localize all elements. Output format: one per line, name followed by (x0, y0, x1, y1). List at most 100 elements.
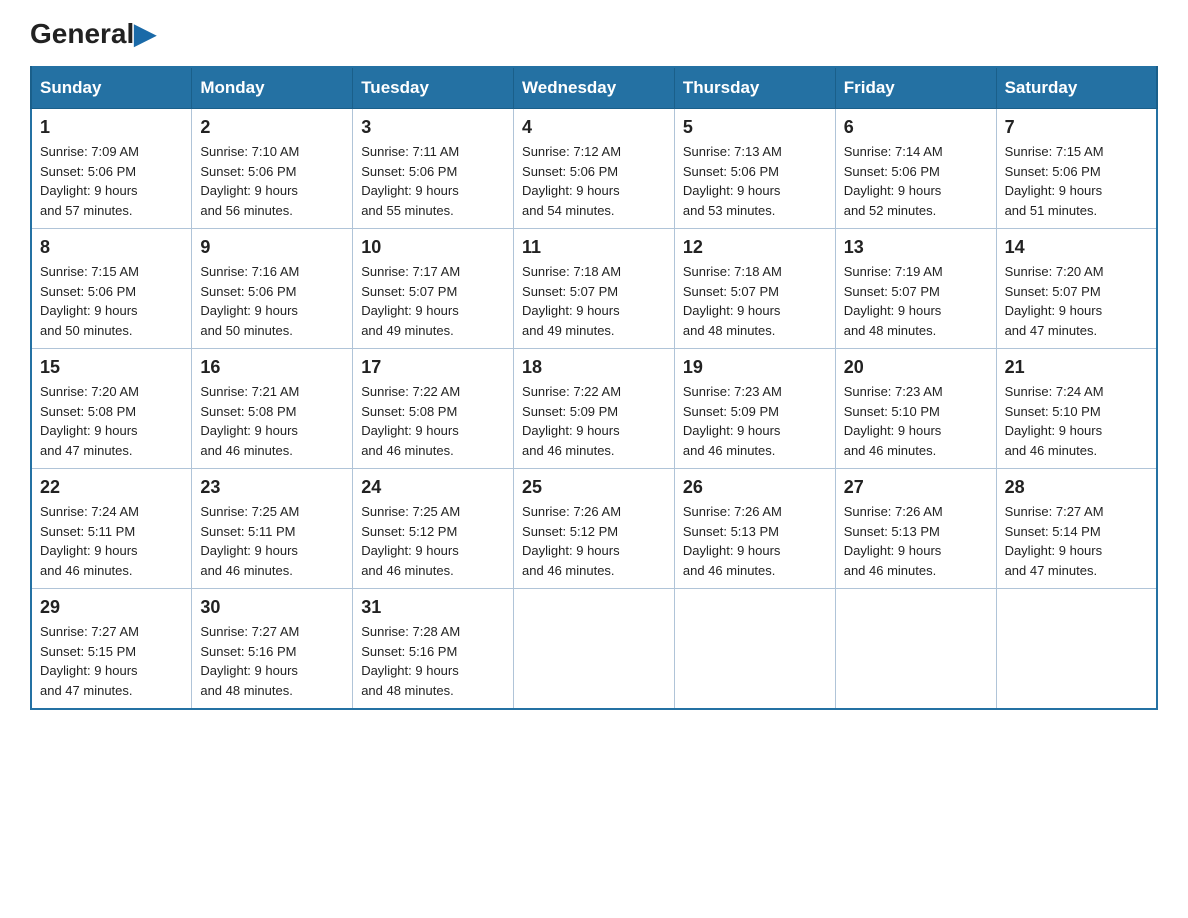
calendar-cell: 4 Sunrise: 7:12 AM Sunset: 5:06 PM Dayli… (514, 109, 675, 229)
day-number: 19 (683, 357, 827, 378)
header-monday: Monday (192, 67, 353, 109)
header-friday: Friday (835, 67, 996, 109)
calendar-header-row: SundayMondayTuesdayWednesdayThursdayFrid… (31, 67, 1157, 109)
day-info: Sunrise: 7:20 AM Sunset: 5:07 PM Dayligh… (1005, 262, 1148, 340)
day-info: Sunrise: 7:26 AM Sunset: 5:13 PM Dayligh… (683, 502, 827, 580)
calendar-cell: 21 Sunrise: 7:24 AM Sunset: 5:10 PM Dayl… (996, 349, 1157, 469)
calendar-cell: 1 Sunrise: 7:09 AM Sunset: 5:06 PM Dayli… (31, 109, 192, 229)
day-number: 22 (40, 477, 183, 498)
day-info: Sunrise: 7:23 AM Sunset: 5:09 PM Dayligh… (683, 382, 827, 460)
calendar-cell (674, 589, 835, 710)
header-tuesday: Tuesday (353, 67, 514, 109)
calendar-cell: 8 Sunrise: 7:15 AM Sunset: 5:06 PM Dayli… (31, 229, 192, 349)
day-info: Sunrise: 7:27 AM Sunset: 5:16 PM Dayligh… (200, 622, 344, 700)
day-info: Sunrise: 7:15 AM Sunset: 5:06 PM Dayligh… (40, 262, 183, 340)
day-number: 31 (361, 597, 505, 618)
day-info: Sunrise: 7:14 AM Sunset: 5:06 PM Dayligh… (844, 142, 988, 220)
page-header: General▶ (30, 20, 1158, 46)
week-row-4: 22 Sunrise: 7:24 AM Sunset: 5:11 PM Dayl… (31, 469, 1157, 589)
day-info: Sunrise: 7:24 AM Sunset: 5:10 PM Dayligh… (1005, 382, 1148, 460)
calendar-cell: 25 Sunrise: 7:26 AM Sunset: 5:12 PM Dayl… (514, 469, 675, 589)
calendar-cell: 18 Sunrise: 7:22 AM Sunset: 5:09 PM Dayl… (514, 349, 675, 469)
calendar-cell: 23 Sunrise: 7:25 AM Sunset: 5:11 PM Dayl… (192, 469, 353, 589)
day-number: 26 (683, 477, 827, 498)
calendar-cell: 9 Sunrise: 7:16 AM Sunset: 5:06 PM Dayli… (192, 229, 353, 349)
calendar-cell: 30 Sunrise: 7:27 AM Sunset: 5:16 PM Dayl… (192, 589, 353, 710)
day-info: Sunrise: 7:22 AM Sunset: 5:09 PM Dayligh… (522, 382, 666, 460)
calendar-cell: 22 Sunrise: 7:24 AM Sunset: 5:11 PM Dayl… (31, 469, 192, 589)
day-number: 17 (361, 357, 505, 378)
day-number: 15 (40, 357, 183, 378)
calendar-cell: 28 Sunrise: 7:27 AM Sunset: 5:14 PM Dayl… (996, 469, 1157, 589)
day-number: 2 (200, 117, 344, 138)
calendar-cell (996, 589, 1157, 710)
day-info: Sunrise: 7:09 AM Sunset: 5:06 PM Dayligh… (40, 142, 183, 220)
logo-triangle-icon: ▶ (134, 18, 156, 49)
week-row-2: 8 Sunrise: 7:15 AM Sunset: 5:06 PM Dayli… (31, 229, 1157, 349)
day-number: 5 (683, 117, 827, 138)
day-number: 6 (844, 117, 988, 138)
day-info: Sunrise: 7:16 AM Sunset: 5:06 PM Dayligh… (200, 262, 344, 340)
logo: General▶ (30, 20, 156, 46)
day-info: Sunrise: 7:23 AM Sunset: 5:10 PM Dayligh… (844, 382, 988, 460)
day-info: Sunrise: 7:28 AM Sunset: 5:16 PM Dayligh… (361, 622, 505, 700)
day-number: 7 (1005, 117, 1148, 138)
calendar-cell: 5 Sunrise: 7:13 AM Sunset: 5:06 PM Dayli… (674, 109, 835, 229)
week-row-5: 29 Sunrise: 7:27 AM Sunset: 5:15 PM Dayl… (31, 589, 1157, 710)
day-info: Sunrise: 7:27 AM Sunset: 5:14 PM Dayligh… (1005, 502, 1148, 580)
day-info: Sunrise: 7:18 AM Sunset: 5:07 PM Dayligh… (683, 262, 827, 340)
calendar-cell: 14 Sunrise: 7:20 AM Sunset: 5:07 PM Dayl… (996, 229, 1157, 349)
day-number: 13 (844, 237, 988, 258)
day-number: 18 (522, 357, 666, 378)
day-number: 9 (200, 237, 344, 258)
day-info: Sunrise: 7:26 AM Sunset: 5:13 PM Dayligh… (844, 502, 988, 580)
day-info: Sunrise: 7:12 AM Sunset: 5:06 PM Dayligh… (522, 142, 666, 220)
day-number: 30 (200, 597, 344, 618)
day-info: Sunrise: 7:15 AM Sunset: 5:06 PM Dayligh… (1005, 142, 1148, 220)
day-info: Sunrise: 7:18 AM Sunset: 5:07 PM Dayligh… (522, 262, 666, 340)
header-wednesday: Wednesday (514, 67, 675, 109)
day-number: 29 (40, 597, 183, 618)
calendar-cell: 19 Sunrise: 7:23 AM Sunset: 5:09 PM Dayl… (674, 349, 835, 469)
day-info: Sunrise: 7:25 AM Sunset: 5:11 PM Dayligh… (200, 502, 344, 580)
day-info: Sunrise: 7:11 AM Sunset: 5:06 PM Dayligh… (361, 142, 505, 220)
day-number: 4 (522, 117, 666, 138)
day-number: 28 (1005, 477, 1148, 498)
day-info: Sunrise: 7:27 AM Sunset: 5:15 PM Dayligh… (40, 622, 183, 700)
day-info: Sunrise: 7:13 AM Sunset: 5:06 PM Dayligh… (683, 142, 827, 220)
day-number: 11 (522, 237, 666, 258)
day-info: Sunrise: 7:24 AM Sunset: 5:11 PM Dayligh… (40, 502, 183, 580)
day-info: Sunrise: 7:17 AM Sunset: 5:07 PM Dayligh… (361, 262, 505, 340)
calendar-cell: 10 Sunrise: 7:17 AM Sunset: 5:07 PM Dayl… (353, 229, 514, 349)
calendar-cell: 15 Sunrise: 7:20 AM Sunset: 5:08 PM Dayl… (31, 349, 192, 469)
calendar-cell: 12 Sunrise: 7:18 AM Sunset: 5:07 PM Dayl… (674, 229, 835, 349)
calendar-cell: 31 Sunrise: 7:28 AM Sunset: 5:16 PM Dayl… (353, 589, 514, 710)
day-number: 8 (40, 237, 183, 258)
day-info: Sunrise: 7:19 AM Sunset: 5:07 PM Dayligh… (844, 262, 988, 340)
week-row-1: 1 Sunrise: 7:09 AM Sunset: 5:06 PM Dayli… (31, 109, 1157, 229)
calendar-cell: 29 Sunrise: 7:27 AM Sunset: 5:15 PM Dayl… (31, 589, 192, 710)
day-number: 20 (844, 357, 988, 378)
calendar-cell: 3 Sunrise: 7:11 AM Sunset: 5:06 PM Dayli… (353, 109, 514, 229)
calendar-cell: 7 Sunrise: 7:15 AM Sunset: 5:06 PM Dayli… (996, 109, 1157, 229)
calendar-cell (835, 589, 996, 710)
header-sunday: Sunday (31, 67, 192, 109)
day-info: Sunrise: 7:25 AM Sunset: 5:12 PM Dayligh… (361, 502, 505, 580)
calendar-cell: 11 Sunrise: 7:18 AM Sunset: 5:07 PM Dayl… (514, 229, 675, 349)
calendar-cell: 13 Sunrise: 7:19 AM Sunset: 5:07 PM Dayl… (835, 229, 996, 349)
day-number: 23 (200, 477, 344, 498)
day-number: 14 (1005, 237, 1148, 258)
day-info: Sunrise: 7:22 AM Sunset: 5:08 PM Dayligh… (361, 382, 505, 460)
day-number: 10 (361, 237, 505, 258)
calendar-cell (514, 589, 675, 710)
calendar-cell: 24 Sunrise: 7:25 AM Sunset: 5:12 PM Dayl… (353, 469, 514, 589)
day-number: 12 (683, 237, 827, 258)
calendar-cell: 6 Sunrise: 7:14 AM Sunset: 5:06 PM Dayli… (835, 109, 996, 229)
calendar-cell: 2 Sunrise: 7:10 AM Sunset: 5:06 PM Dayli… (192, 109, 353, 229)
day-info: Sunrise: 7:26 AM Sunset: 5:12 PM Dayligh… (522, 502, 666, 580)
calendar-cell: 17 Sunrise: 7:22 AM Sunset: 5:08 PM Dayl… (353, 349, 514, 469)
calendar-cell: 26 Sunrise: 7:26 AM Sunset: 5:13 PM Dayl… (674, 469, 835, 589)
calendar-cell: 27 Sunrise: 7:26 AM Sunset: 5:13 PM Dayl… (835, 469, 996, 589)
header-thursday: Thursday (674, 67, 835, 109)
day-number: 1 (40, 117, 183, 138)
